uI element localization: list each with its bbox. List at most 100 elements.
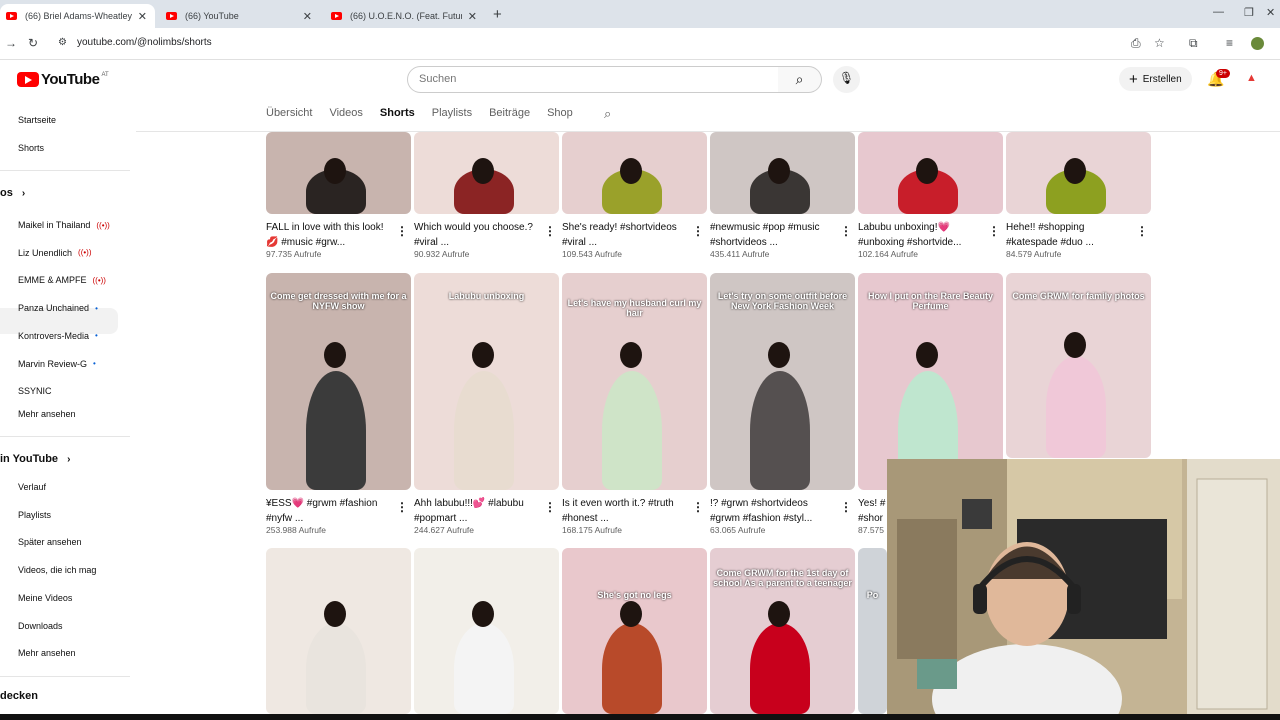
short-thumbnail[interactable]: How I put on the Rare Beauty Perfume (858, 273, 1003, 490)
short-thumbnail[interactable]: She's got no legs (562, 548, 707, 714)
short-title[interactable]: Ahh labubu!!!💕 #labubu #popmart ... (414, 496, 542, 526)
short-title[interactable]: She's ready! #shortvideos #viral ... (562, 220, 690, 250)
short-thumbnail[interactable] (266, 132, 411, 214)
sidebar-you-item[interactable]: Videos, die ich mag (18, 565, 96, 575)
tab-videos[interactable]: Videos (329, 107, 362, 119)
account-avatar-icon[interactable]: ▲ (1246, 72, 1257, 84)
reload-icon[interactable]: ↻ (28, 36, 38, 50)
more-options-icon[interactable]: ⋮ (544, 224, 556, 238)
short-thumbnail[interactable] (858, 132, 1003, 214)
new-tab-icon[interactable]: + (493, 6, 502, 23)
divider (0, 170, 130, 171)
channel-search-icon[interactable]: ⌕ (604, 106, 611, 122)
sidebar-you-item[interactable]: Später ansehen (18, 537, 82, 547)
short-title[interactable]: #newmusic #pop #music #shortvideos ... (710, 220, 838, 250)
sidebar-subscription-item[interactable]: Marvin Review-G • (18, 359, 96, 369)
browser-tab[interactable]: (66) Briel Adams-Wheatley - Yo ✕ (0, 4, 155, 28)
window-close-icon[interactable]: ✕ (1266, 6, 1275, 19)
sidebar-item-home[interactable]: Startseite (18, 115, 56, 125)
short-title[interactable]: FALL in love with this look! 💋 #music #g… (266, 220, 394, 250)
short-thumbnail[interactable]: Labubu unboxing (414, 273, 559, 490)
more-options-icon[interactable]: ⋮ (544, 500, 556, 514)
sidebar-you-item[interactable]: Mehr ansehen (18, 648, 76, 658)
more-options-icon[interactable]: ⋮ (840, 500, 852, 514)
forward-icon[interactable]: → (5, 36, 17, 50)
subscription-name: Panza Unchained (18, 303, 90, 314)
short-title[interactable]: Labubu unboxing!💗 #unboxing #shortvide..… (858, 220, 986, 250)
close-tab-icon[interactable]: ✕ (468, 10, 477, 23)
restore-icon[interactable]: ❐ (1244, 6, 1254, 19)
short-title[interactable]: Which would you choose.? #viral ... (414, 220, 542, 250)
sidebar-you-item[interactable]: Downloads (18, 621, 63, 631)
short-thumbnail[interactable] (562, 132, 707, 214)
sidebar-subscription-item[interactable]: SSYNIC (18, 386, 52, 396)
short-thumbnail[interactable]: Come GRWM for family photos (1006, 273, 1151, 458)
minimize-icon[interactable]: — (1213, 6, 1224, 18)
more-options-icon[interactable]: ⋮ (692, 224, 704, 238)
voice-search-button[interactable]: 🎙 (833, 66, 860, 93)
tab-title: (66) YouTube (185, 11, 239, 21)
short-views: 244.627 Aufrufe (414, 525, 475, 535)
sidebar-subscription-item[interactable]: EMME & AMPFE ((•)) (18, 275, 106, 285)
more-options-icon[interactable]: ⋮ (988, 224, 1000, 238)
browser-tab[interactable]: (66) U.O.E.N.O. (Feat. Future, Ri ✕ (325, 4, 485, 28)
short-thumbnail[interactable]: Let's try on some outfit before New York… (710, 273, 855, 490)
short-title[interactable]: ¥ESS💗 #grwm #fashion #nyfw ... (266, 496, 394, 526)
browser-profile-avatar[interactable] (1251, 37, 1264, 50)
more-options-icon[interactable]: ⋮ (840, 224, 852, 238)
short-thumbnail[interactable] (266, 548, 411, 714)
browser-tab[interactable]: (66) YouTube ✕ (160, 4, 320, 28)
short-thumbnail[interactable]: Come get dressed with me for a NYFW show (266, 273, 411, 490)
sidebar-you-item[interactable]: Playlists (18, 510, 51, 520)
bookmark-star-icon[interactable]: ☆ (1154, 36, 1165, 50)
sidebar-subscription-item[interactable]: Panza Unchained • (18, 303, 98, 313)
sidebar-item-more-subscriptions[interactable]: Mehr ansehen (18, 409, 76, 419)
short-title[interactable]: !? #grwn #shortvideos #grwm #fashion #st… (710, 496, 838, 526)
you-heading[interactable]: in YouTube › (0, 453, 70, 465)
tab-posts[interactable]: Beiträge (489, 107, 530, 119)
sidebar-you-item[interactable]: Meine Videos (18, 593, 72, 603)
extensions-icon[interactable]: ⧉ (1189, 36, 1198, 51)
search-button[interactable]: ⌕ (778, 66, 822, 93)
notification-badge: 9+ (1216, 69, 1230, 78)
short-thumbnail[interactable] (710, 132, 855, 214)
thumbnail-figure-head (768, 342, 790, 369)
short-thumbnail[interactable]: Let's have my husband curl my hair (562, 273, 707, 490)
short-title[interactable]: Is it even worth it.? #truth #honest ... (562, 496, 690, 526)
more-options-icon[interactable]: ⋮ (396, 500, 408, 514)
youtube-logo[interactable]: YouTube AT (17, 71, 109, 88)
subscriptions-heading[interactable]: os › (0, 187, 25, 199)
thumbnail-figure-head (1064, 332, 1086, 359)
sidebar-you-item[interactable]: Verlauf (18, 482, 46, 492)
site-info-icon[interactable]: ⚙ (58, 37, 67, 48)
sidebar-subscription-item[interactable]: Liz Unendlich ((•)) (18, 248, 92, 258)
short-views: 87.575 (858, 525, 884, 535)
close-tab-icon[interactable]: ✕ (303, 10, 312, 23)
tab-shorts[interactable]: Shorts (380, 107, 415, 119)
close-tab-icon[interactable]: ✕ (138, 10, 147, 23)
search-input[interactable]: Suchen (407, 66, 779, 93)
thumbnail-figure (306, 622, 366, 714)
sidebar-subscription-item[interactable]: Maikel in Thailand ((•)) (18, 220, 110, 230)
short-thumbnail[interactable] (414, 132, 559, 214)
short-title[interactable]: Hehe!! #shopping #katespade #duo ... (1006, 220, 1134, 250)
create-button[interactable]: + Erstellen (1119, 67, 1192, 91)
tab-playlists[interactable]: Playlists (432, 107, 472, 119)
short-thumbnail[interactable] (414, 548, 559, 714)
short-thumbnail[interactable] (1006, 132, 1151, 214)
search-icon: ⌕ (795, 71, 804, 87)
sidebar-subscription-item[interactable]: Kontrovers-Media • (18, 331, 98, 341)
install-icon[interactable]: ⎙ (1131, 36, 1141, 51)
media-icon[interactable]: ≡ (1226, 36, 1233, 50)
more-options-icon[interactable]: ⋮ (396, 224, 408, 238)
more-options-icon[interactable]: ⋮ (692, 500, 704, 514)
sidebar-item-shorts[interactable]: Shorts (18, 143, 44, 153)
tab-shop[interactable]: Shop (547, 107, 573, 119)
url-field[interactable]: youtube.com/@nolimbs/shorts (77, 37, 212, 48)
short-thumbnail[interactable]: Come GRWM for the 1st day of school As a… (710, 548, 855, 714)
live-indicator-icon: ((•)) (92, 275, 106, 285)
short-thumbnail[interactable]: Po (858, 548, 887, 714)
tab-overview[interactable]: Übersicht (266, 107, 312, 119)
thumbnail-caption: She's got no legs (597, 590, 672, 600)
more-options-icon[interactable]: ⋮ (1136, 224, 1148, 238)
